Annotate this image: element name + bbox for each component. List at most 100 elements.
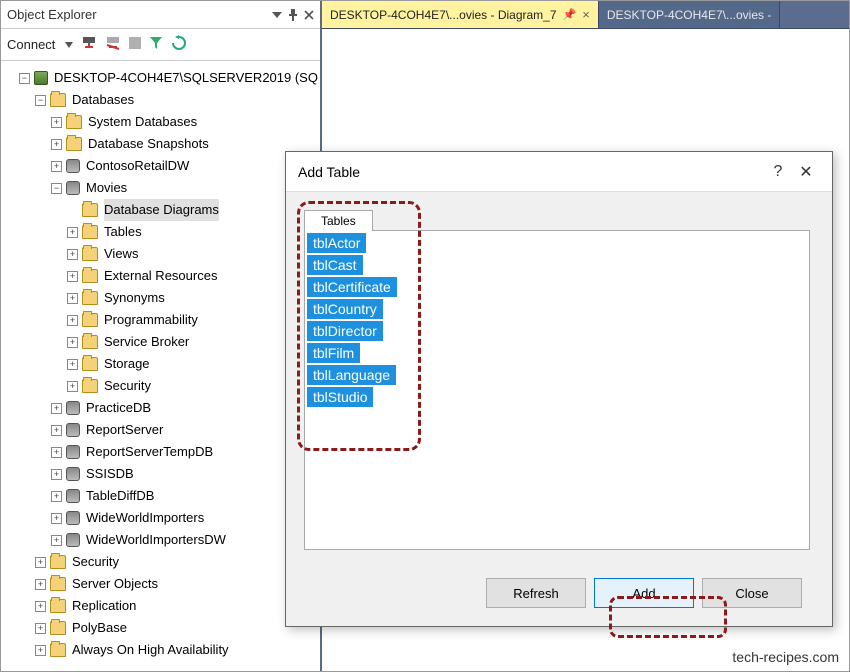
folder-node[interactable]: +External Resources bbox=[5, 265, 320, 287]
server-node[interactable]: −DESKTOP-4COH4E7\SQLSERVER2019 (SQ bbox=[5, 67, 320, 89]
tree-label: Storage bbox=[104, 353, 150, 375]
folder-icon bbox=[82, 357, 98, 371]
refresh-icon[interactable] bbox=[171, 35, 187, 54]
disconnect-icon[interactable] bbox=[105, 35, 121, 54]
stop-icon[interactable] bbox=[129, 37, 141, 52]
tab-tables[interactable]: Tables bbox=[304, 210, 373, 231]
expand-icon[interactable]: + bbox=[67, 337, 78, 348]
document-tab[interactable]: DESKTOP-4COH4E7\...ovies - Diagram_7 📌 × bbox=[322, 1, 599, 28]
database-node[interactable]: + WideWorldImporters bbox=[5, 507, 320, 529]
folder-node[interactable]: + Views bbox=[5, 243, 320, 265]
help-icon[interactable]: ? bbox=[764, 163, 792, 181]
databases-node[interactable]: −Databases bbox=[5, 89, 320, 111]
list-item[interactable]: tblCertificate bbox=[307, 277, 397, 297]
folder-node[interactable]: Database Diagrams bbox=[5, 199, 320, 221]
connect-server-icon[interactable] bbox=[81, 35, 97, 54]
expand-icon[interactable]: + bbox=[35, 557, 46, 568]
collapse-icon[interactable]: − bbox=[51, 183, 62, 194]
list-item[interactable]: tblStudio bbox=[307, 387, 373, 407]
pin-icon[interactable] bbox=[288, 9, 298, 21]
expand-icon[interactable]: + bbox=[67, 249, 78, 260]
folder-node[interactable]: +Server Objects bbox=[5, 573, 320, 595]
folder-node[interactable]: +Replication bbox=[5, 595, 320, 617]
expand-icon[interactable]: + bbox=[51, 535, 62, 546]
folder-icon bbox=[82, 379, 98, 393]
expand-icon[interactable]: + bbox=[35, 579, 46, 590]
tree-label: Views bbox=[104, 243, 138, 265]
list-item[interactable]: tblLanguage bbox=[307, 365, 396, 385]
tree-label: SSISDB bbox=[86, 463, 134, 485]
pin-icon[interactable]: 📌 bbox=[563, 8, 577, 21]
expand-icon[interactable]: + bbox=[51, 403, 62, 414]
expand-icon[interactable]: + bbox=[51, 161, 62, 172]
refresh-button[interactable]: Refresh bbox=[486, 578, 586, 608]
folder-node[interactable]: + Storage bbox=[5, 353, 320, 375]
folder-node[interactable]: +PolyBase bbox=[5, 617, 320, 639]
folder-node[interactable]: +Programmability bbox=[5, 309, 320, 331]
list-item[interactable]: tblCountry bbox=[307, 299, 383, 319]
folder-node[interactable]: +Database Snapshots bbox=[5, 133, 320, 155]
connect-dropdown-icon[interactable] bbox=[65, 37, 73, 52]
expand-icon[interactable]: + bbox=[67, 227, 78, 238]
tables-listbox[interactable]: tblActortblCasttblCertificatetblCountryt… bbox=[304, 230, 810, 550]
expand-icon[interactable]: + bbox=[67, 271, 78, 282]
expand-icon[interactable]: + bbox=[51, 469, 62, 480]
database-node[interactable]: +ContosoRetailDW bbox=[5, 155, 320, 177]
folder-icon bbox=[66, 137, 82, 151]
filter-icon[interactable] bbox=[149, 36, 163, 53]
close-icon[interactable] bbox=[304, 10, 314, 20]
expand-icon[interactable]: + bbox=[67, 315, 78, 326]
tree-label: PracticeDB bbox=[86, 397, 151, 419]
expand-icon[interactable]: + bbox=[67, 381, 78, 392]
folder-node[interactable]: + Always On High Availability bbox=[5, 639, 320, 661]
expand-icon[interactable]: + bbox=[35, 601, 46, 612]
expand-icon[interactable]: + bbox=[51, 425, 62, 436]
close-icon[interactable]: × bbox=[582, 7, 590, 22]
database-icon bbox=[66, 445, 80, 459]
database-node[interactable]: +ReportServer bbox=[5, 419, 320, 441]
list-item[interactable]: tblActor bbox=[307, 233, 366, 253]
expand-icon[interactable]: + bbox=[51, 447, 62, 458]
database-icon bbox=[66, 511, 80, 525]
expand-icon[interactable]: + bbox=[51, 117, 62, 128]
tree-label: Always On High Availability bbox=[72, 639, 229, 661]
expand-icon[interactable]: + bbox=[67, 359, 78, 370]
folder-node[interactable]: +Security bbox=[5, 551, 320, 573]
folder-node[interactable]: +System Databases bbox=[5, 111, 320, 133]
folder-icon bbox=[82, 225, 98, 239]
database-node-movies[interactable]: −Movies bbox=[5, 177, 320, 199]
tree-label: WideWorldImporters bbox=[86, 507, 204, 529]
close-icon[interactable]: ✕ bbox=[792, 162, 820, 182]
tab-label: DESKTOP-4COH4E7\...ovies - Diagram_7 bbox=[330, 8, 557, 22]
folder-node[interactable]: +Synonyms bbox=[5, 287, 320, 309]
expand-icon[interactable]: + bbox=[35, 623, 46, 634]
database-node[interactable]: +TableDiffDB bbox=[5, 485, 320, 507]
database-node[interactable]: + PracticeDB bbox=[5, 397, 320, 419]
database-node[interactable]: +WideWorldImportersDW bbox=[5, 529, 320, 551]
document-tabbar: DESKTOP-4COH4E7\...ovies - Diagram_7📌×DE… bbox=[322, 1, 849, 29]
tree-label: Security bbox=[104, 375, 151, 397]
database-node[interactable]: + SSISDB bbox=[5, 463, 320, 485]
database-node[interactable]: +ReportServerTempDB bbox=[5, 441, 320, 463]
list-item[interactable]: tblDirector bbox=[307, 321, 383, 341]
list-item[interactable]: tblFilm bbox=[307, 343, 360, 363]
add-button[interactable]: Add bbox=[594, 578, 694, 608]
collapse-icon[interactable]: − bbox=[35, 95, 46, 106]
folder-node[interactable]: +Tables bbox=[5, 221, 320, 243]
expand-icon[interactable]: + bbox=[67, 293, 78, 304]
expand-icon[interactable]: + bbox=[51, 139, 62, 150]
object-explorer-toolbar: Connect bbox=[1, 29, 320, 61]
expand-icon[interactable]: + bbox=[51, 513, 62, 524]
folder-node[interactable]: + Security bbox=[5, 375, 320, 397]
expand-icon[interactable]: + bbox=[51, 491, 62, 502]
tree: −DESKTOP-4COH4E7\SQLSERVER2019 (SQ−Datab… bbox=[1, 61, 320, 671]
list-item[interactable]: tblCast bbox=[307, 255, 363, 275]
expand-icon[interactable]: + bbox=[35, 645, 46, 656]
connect-label[interactable]: Connect bbox=[7, 37, 55, 52]
database-icon bbox=[66, 159, 80, 173]
collapse-icon[interactable]: − bbox=[19, 73, 30, 84]
folder-node[interactable]: +Service Broker bbox=[5, 331, 320, 353]
document-tab[interactable]: DESKTOP-4COH4E7\...ovies - bbox=[599, 1, 781, 28]
close-button[interactable]: Close bbox=[702, 578, 802, 608]
dropdown-icon[interactable] bbox=[272, 10, 282, 20]
